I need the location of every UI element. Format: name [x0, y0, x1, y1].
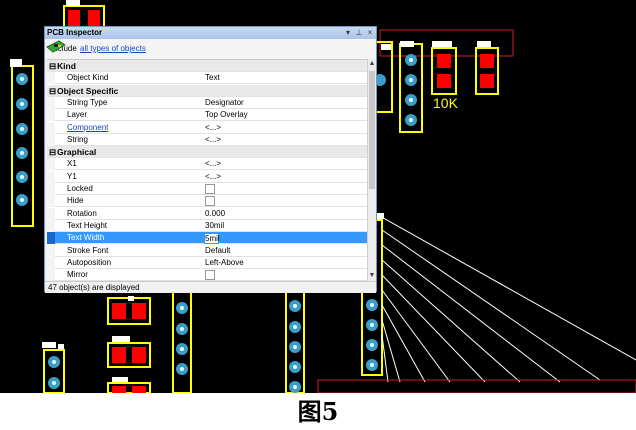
property-name: Object Kind: [67, 73, 109, 83]
row-gutter: [47, 207, 55, 220]
property-name: String Type: [67, 97, 108, 107]
property-row[interactable]: X1 <...>: [47, 158, 367, 171]
section-header[interactable]: ⊟ Kind: [47, 60, 367, 72]
collapse-icon[interactable]: ⊟: [49, 85, 57, 97]
property-row[interactable]: Hide: [47, 195, 367, 208]
property-row[interactable]: Layer Top Overlay: [47, 109, 367, 122]
property-row[interactable]: Text Height 30mil: [47, 219, 367, 232]
section-header[interactable]: ⊟ Graphical: [47, 146, 367, 159]
property-row[interactable]: Rotation 0.000: [47, 207, 367, 220]
section-title: Kind: [57, 61, 76, 71]
property-row[interactable]: String Type Designator: [47, 96, 367, 109]
designator-tag: [10, 59, 22, 67]
property-grid[interactable]: ⊟ Kind Object Kind Text ⊟ Object Specific Stri…: [47, 59, 367, 282]
property-name: Hide: [67, 196, 84, 206]
section-header[interactable]: ⊟ Object Specific: [47, 84, 367, 97]
property-grid-scrollbar[interactable]: ▲ ▼: [367, 59, 376, 281]
value-label-10k: 10K: [433, 95, 459, 111]
row-gutter: [47, 96, 55, 109]
row-gutter: [47, 109, 55, 122]
property-value[interactable]: <...>: [205, 158, 221, 170]
property-value[interactable]: Text: [205, 72, 220, 84]
property-checkbox[interactable]: [205, 196, 215, 207]
property-name: Locked: [67, 184, 93, 193]
property-name: X1: [67, 159, 77, 169]
row-gutter: [47, 72, 55, 85]
connector-pins: [16, 73, 28, 206]
collapse-icon[interactable]: ⊟: [49, 60, 57, 72]
property-name[interactable]: Component: [67, 122, 108, 134]
property-row[interactable]: Component <...>: [47, 121, 367, 134]
property-value[interactable]: <...>: [205, 171, 221, 183]
row-gutter: [47, 158, 55, 171]
pcb-inspector-panel[interactable]: PCB Inspector ▾ ⊥ × Include all types of…: [44, 26, 377, 293]
property-row[interactable]: Locked: [47, 183, 367, 195]
property-value[interactable]: Left-Above: [205, 257, 244, 269]
pin-icon[interactable]: ⊥: [354, 28, 364, 38]
row-gutter: [47, 121, 55, 134]
property-value[interactable]: 30mil: [205, 220, 224, 232]
property-value[interactable]: 0.000: [205, 208, 225, 220]
row-gutter: [47, 219, 55, 232]
property-row[interactable]: Autoposition Left-Above: [47, 256, 367, 269]
section-title: Graphical: [57, 147, 97, 158]
property-row[interactable]: Object Kind Text: [47, 72, 367, 85]
row-gutter: [47, 244, 55, 257]
row-gutter: [47, 195, 55, 208]
pcb-board[interactable]: 10K PCB Inspector ▾ ⊥ × Include all type…: [0, 0, 636, 393]
property-name: Autoposition: [67, 257, 112, 267]
property-name: Mirror: [67, 270, 88, 280]
row-gutter: [47, 269, 55, 282]
close-icon[interactable]: ×: [365, 28, 375, 38]
status-text: 47 object(s) are displayed: [48, 283, 140, 292]
property-row[interactable]: String <...>: [47, 133, 367, 146]
figure-caption: 图5: [0, 393, 636, 430]
track-fanout: [377, 214, 636, 383]
scroll-down-arrow-icon[interactable]: ▼: [368, 271, 376, 281]
dropdown-arrow-icon[interactable]: ▾: [343, 28, 353, 38]
property-checkbox[interactable]: [205, 184, 215, 194]
row-gutter: [47, 133, 55, 146]
property-name: Stroke Font: [67, 245, 109, 255]
scroll-up-arrow-icon[interactable]: ▲: [368, 59, 376, 69]
include-bar: Include all types of objects: [45, 39, 376, 59]
property-value[interactable]: <...>: [205, 122, 221, 134]
row-gutter: [47, 232, 55, 245]
property-row[interactable]: Y1 <...>: [47, 170, 367, 183]
property-name: Rotation: [67, 208, 97, 218]
section-title: Object Specific: [57, 85, 119, 96]
panel-titlebar[interactable]: PCB Inspector ▾ ⊥ ×: [45, 27, 376, 39]
property-value-editor[interactable]: 5mil: [204, 233, 220, 245]
property-value[interactable]: Top Overlay: [205, 109, 248, 121]
property-name: Text Width: [67, 233, 105, 243]
property-name: Layer: [67, 110, 88, 120]
panel-title: PCB Inspector: [47, 28, 103, 37]
pcb-board-icon: [46, 40, 66, 53]
property-name: Y1: [67, 171, 77, 181]
status-bar: 47 object(s) are displayed: [45, 281, 376, 293]
property-row[interactable]: Stroke Font Default: [47, 244, 367, 257]
row-gutter: [47, 183, 55, 195]
property-row[interactable]: Mirror: [47, 269, 367, 282]
property-value[interactable]: Default: [205, 245, 230, 257]
property-value[interactable]: Designator: [205, 97, 244, 109]
row-gutter: [47, 170, 55, 183]
property-row[interactable]: Text Width 5mil: [47, 232, 367, 245]
property-value[interactable]: <...>: [205, 134, 221, 146]
property-checkbox[interactable]: [205, 270, 215, 281]
property-name: Text Height: [67, 220, 108, 230]
row-gutter: [47, 256, 55, 269]
collapse-icon[interactable]: ⊟: [49, 146, 57, 158]
property-name: String: [67, 134, 88, 144]
include-objects-link[interactable]: all types of objects: [80, 39, 146, 59]
scroll-thumb[interactable]: [369, 71, 375, 189]
